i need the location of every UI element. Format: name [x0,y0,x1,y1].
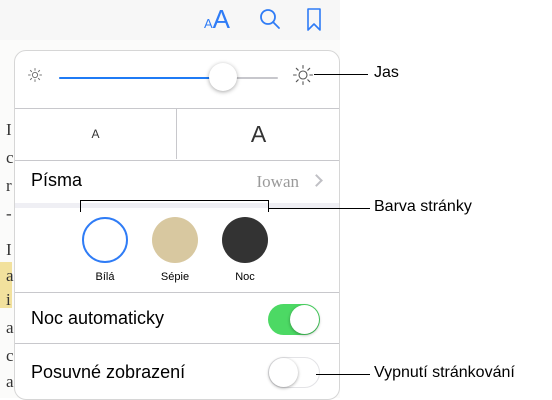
scroll-view-label: Posuvné zobrazení [31,362,186,382]
theme-label: Sépie [160,271,190,283]
brightness-row [15,51,339,107]
theme-swatch-white[interactable] [82,217,128,263]
fonts-value: Iowan [256,172,299,191]
callout-bracket [80,200,81,212]
theme-label: Noc [235,271,255,283]
callout-line-brightness [314,74,368,75]
book-text-fragment: i [6,290,11,309]
auto-night-toggle[interactable] [268,304,320,335]
callout-pagination-off: Vypnutí stránkování [374,364,515,381]
theme-row: Bílá Sépie Noc [15,209,339,291]
decrease-text-size-button[interactable]: A [15,109,176,159]
divider [176,109,177,159]
callout-bracket [80,200,268,201]
book-text-fragment: a [6,266,14,285]
book-text-fragment: c [6,148,14,167]
callout-line-page-color [268,208,370,209]
callout-page-color: Barva stránky [374,198,472,215]
divider [15,343,339,344]
toggle-knob [269,358,298,387]
book-text-fragment: I [6,120,12,139]
book-text-fragment: I [6,240,12,259]
search-icon[interactable] [259,8,281,35]
auto-night-row: Noc automaticky [15,295,339,341]
increase-text-size-button[interactable]: A [178,109,339,159]
scroll-view-row: Posuvné zobrazení [15,347,339,399]
brightness-slider-knob[interactable] [209,63,238,91]
fonts-label: Písma [31,170,83,190]
auto-night-label: Noc automaticky [31,308,165,328]
toggle-knob [290,305,319,334]
fonts-row[interactable]: Písma Iowan [15,161,339,203]
callout-brightness: Jas [374,64,399,81]
theme-swatch-sepia[interactable] [152,217,198,263]
bookmark-icon[interactable] [306,8,322,37]
brightness-slider-fill [59,77,224,79]
callout-line-pagination [316,374,370,375]
appearance-popover: A A Písma Iowan Bílá Sépie Noc Noc autom… [14,50,340,400]
text-size-row: A A [15,109,339,159]
chevron-right-icon [310,174,323,187]
book-text-fragment: a [6,372,14,391]
theme-white[interactable]: Bílá [80,217,130,283]
theme-label: Bílá [95,271,115,283]
reader-toolbar: AA [0,0,340,40]
book-text-fragment: r [6,176,12,195]
theme-swatch-night[interactable] [222,217,268,263]
sun-large-icon [292,64,314,86]
callout-bracket [268,200,269,212]
font-size-icon[interactable]: AA [204,6,230,37]
brightness-slider[interactable] [59,63,278,91]
theme-sepia[interactable]: Sépie [150,217,200,283]
divider [15,292,339,293]
scroll-view-toggle[interactable] [268,357,320,388]
theme-night[interactable]: Noc [220,217,270,283]
sun-small-icon [27,67,43,83]
book-text-fragment: c [6,346,14,365]
book-text-fragment: - [6,204,12,223]
book-text-fragment: a [6,318,14,337]
